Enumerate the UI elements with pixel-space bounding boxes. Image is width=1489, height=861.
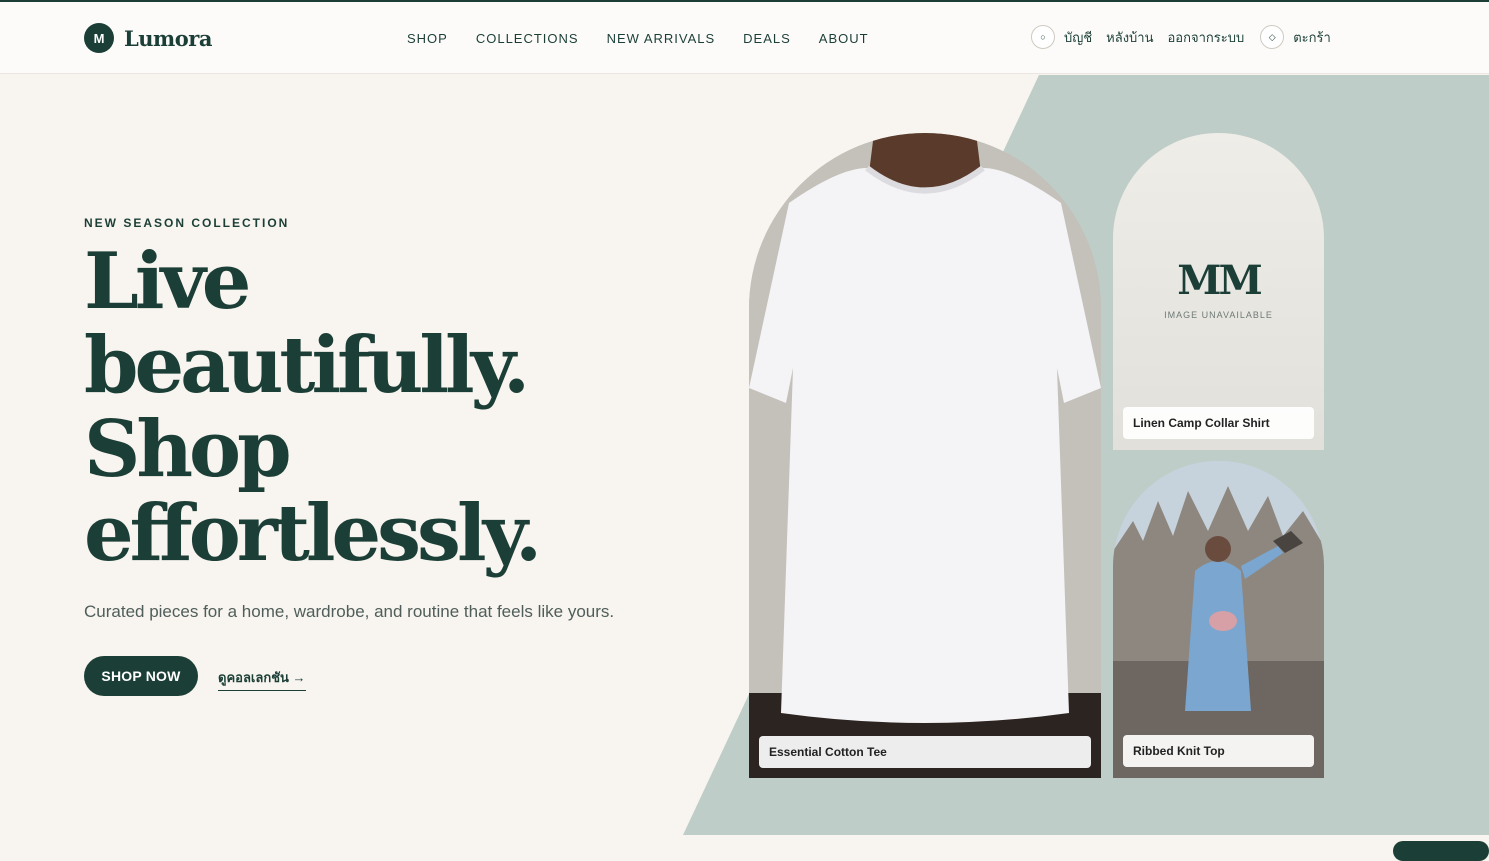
account-link[interactable]: บัญชี bbox=[1064, 27, 1092, 48]
placeholder-monogram: MM bbox=[1177, 257, 1263, 304]
view-collection-link[interactable]: ดูคอลเลกชัน → bbox=[218, 667, 306, 691]
site-header: M Lumora SHOP COLLECTIONS NEW ARRIVALS D… bbox=[0, 2, 1489, 74]
hero-eyebrow: NEW SEASON COLLECTION bbox=[84, 216, 290, 230]
nav-collections[interactable]: COLLECTIONS bbox=[476, 31, 579, 46]
product-name-label: Essential Cotton Tee bbox=[759, 736, 1091, 768]
backoffice-link[interactable]: หลังบ้าน bbox=[1106, 27, 1153, 48]
tshirt-photo bbox=[749, 133, 1101, 778]
cart-icon[interactable]: ◇ bbox=[1260, 25, 1285, 49]
hero-subtitle: Curated pieces for a home, wardrobe, and… bbox=[84, 602, 615, 621]
floating-action-button[interactable] bbox=[1393, 841, 1489, 861]
nav-deals[interactable]: DEALS bbox=[743, 31, 791, 46]
utility-nav: ○ บัญชี หลังบ้าน ออกจากระบบ ◇ ตะกร้า bbox=[1031, 25, 1331, 49]
account-icon[interactable]: ○ bbox=[1031, 25, 1055, 49]
cart-link[interactable]: ตะกร้า bbox=[1293, 27, 1331, 48]
logout-link[interactable]: ออกจากระบบ bbox=[1167, 27, 1244, 48]
logo-badge: M bbox=[84, 23, 114, 53]
product-card-ribbed-top[interactable]: Ribbed Knit Top bbox=[1113, 461, 1324, 778]
nav-about[interactable]: ABOUT bbox=[819, 31, 869, 46]
nav-shop[interactable]: SHOP bbox=[407, 31, 448, 46]
nav-new-arrivals[interactable]: NEW ARRIVALS bbox=[607, 31, 716, 46]
product-card-essential-tee[interactable]: Essential Cotton Tee bbox=[749, 133, 1101, 778]
shop-now-button[interactable]: SHOP NOW bbox=[84, 656, 198, 696]
headline-line: beautifully. bbox=[84, 320, 530, 411]
hero-headline: Live beautifully. Shop effortlessly. bbox=[84, 240, 704, 576]
woman-blue-coat-photo bbox=[1113, 461, 1324, 778]
brand-logo[interactable]: M Lumora bbox=[84, 23, 212, 53]
headline-line: effortlessly. bbox=[84, 488, 542, 579]
product-name-label: Linen Camp Collar Shirt bbox=[1123, 407, 1314, 439]
image-unavailable-text: IMAGE UNAVAILABLE bbox=[1164, 310, 1273, 320]
headline-line: Shop bbox=[84, 404, 292, 495]
main-nav: SHOP COLLECTIONS NEW ARRIVALS DEALS ABOU… bbox=[407, 31, 897, 46]
brand-name: Lumora bbox=[124, 25, 212, 51]
product-card-linen-shirt[interactable]: MM IMAGE UNAVAILABLE Linen Camp Collar S… bbox=[1113, 133, 1324, 450]
headline-line: Live bbox=[84, 236, 251, 327]
product-name-label: Ribbed Knit Top bbox=[1123, 735, 1314, 767]
